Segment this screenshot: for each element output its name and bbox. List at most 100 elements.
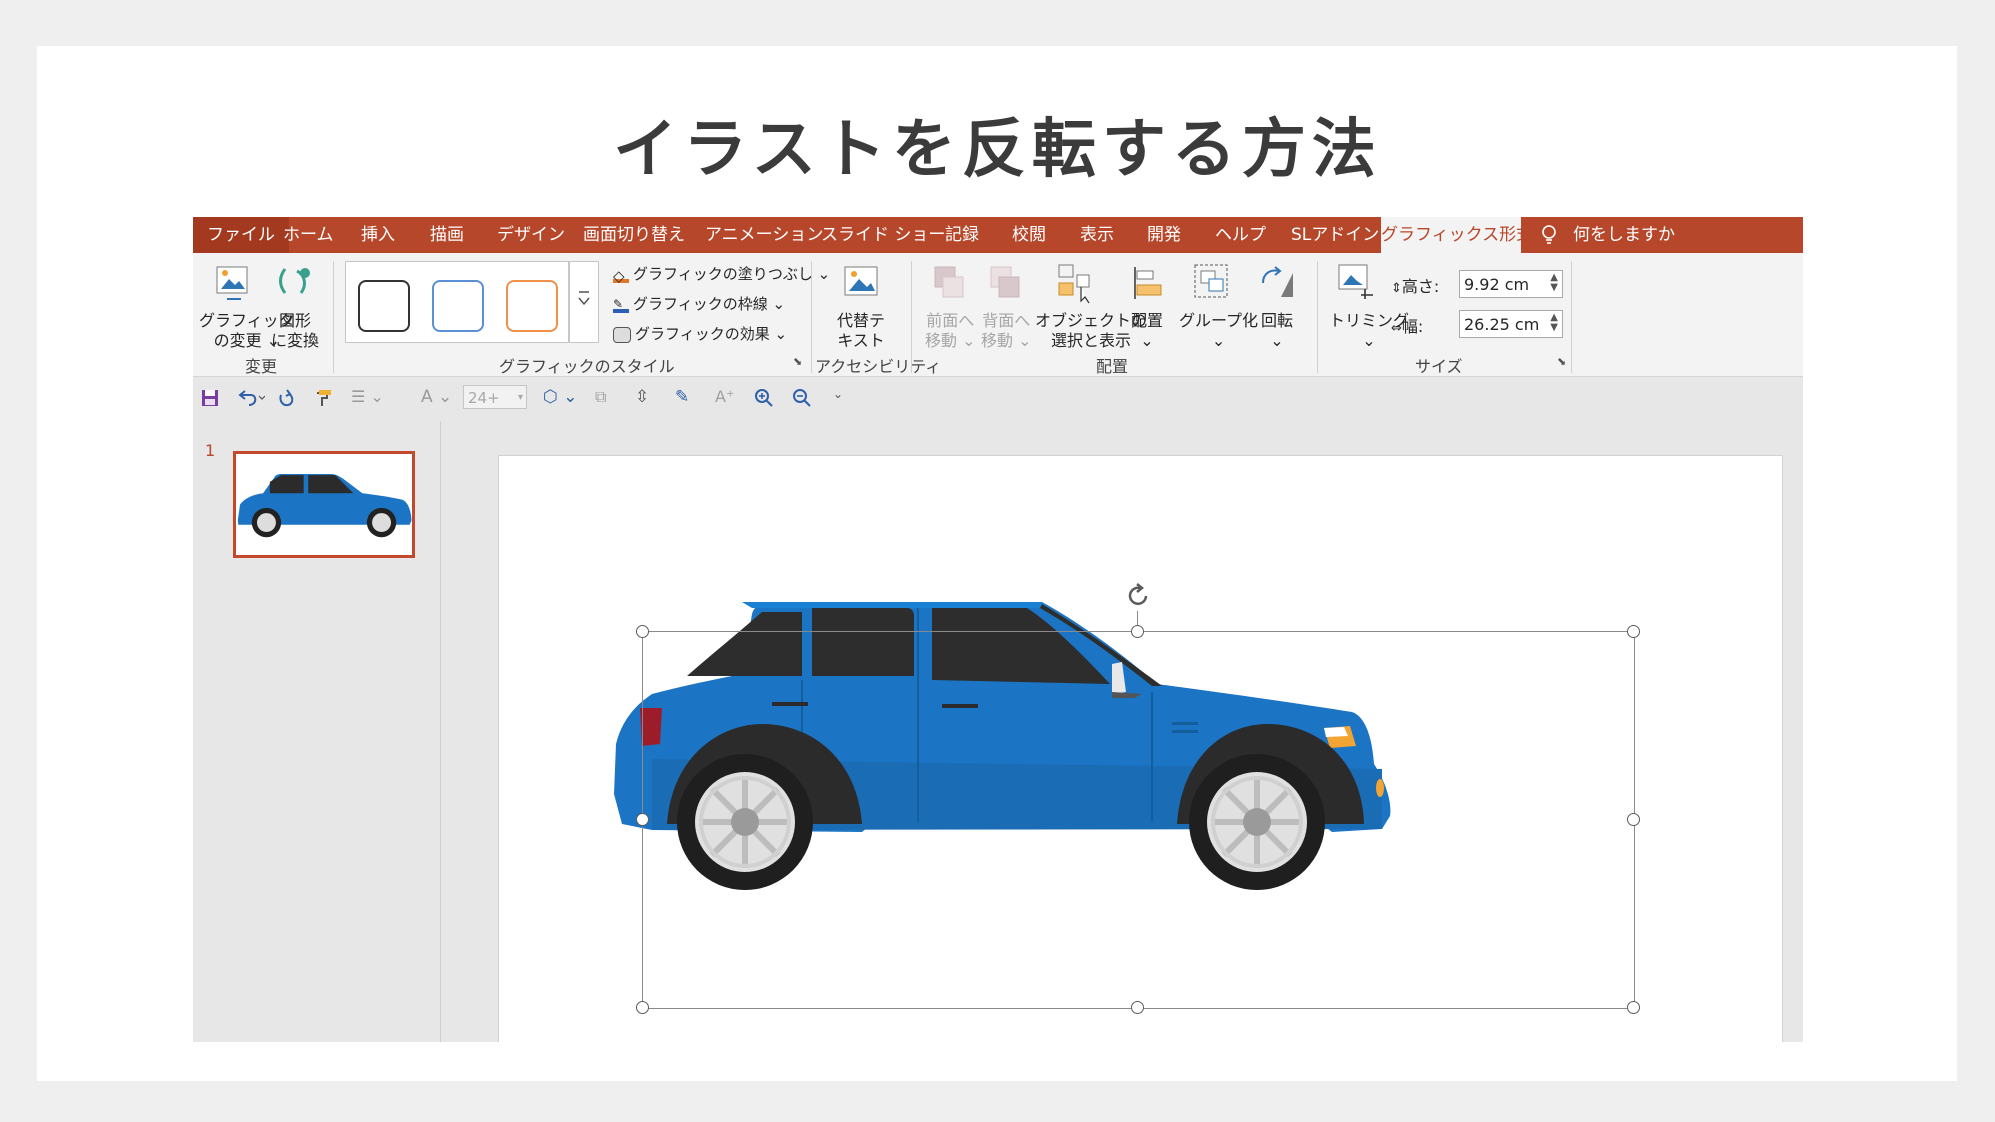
tab-developer[interactable]: 開発 [1147, 217, 1181, 253]
car-thumbnail-image [237, 474, 412, 538]
slide-canvas[interactable] [498, 455, 1783, 1042]
resize-handle-bottom-left[interactable] [636, 1001, 649, 1014]
resize-handle-left[interactable] [636, 813, 649, 826]
bring-forward-button[interactable]: 前面へ 移動 ⌄ [925, 311, 976, 351]
save-icon[interactable] [199, 387, 221, 409]
lightbulb-icon [1542, 225, 1556, 244]
resize-handle-bottom[interactable] [1131, 1001, 1144, 1014]
format-painter-icon[interactable] [313, 387, 335, 409]
alt-text-button[interactable]: 代替テ キスト [837, 311, 885, 351]
fill-bucket-icon: ◇ [613, 267, 629, 285]
convert-to-shape-button[interactable]: 図形 に変換 [271, 311, 319, 351]
style-swatch-dark[interactable] [358, 280, 410, 332]
group-label-graphic-styles: グラフィックのスタイル [499, 357, 675, 376]
width-icon: ⇔ [1391, 321, 1402, 336]
slide-number: 1 [205, 441, 216, 460]
graphic-styles-gallery[interactable] [345, 261, 569, 343]
group-label-arrange: 配置 [1096, 357, 1129, 376]
resize-handle-top-right[interactable] [1627, 625, 1640, 638]
tab-draw[interactable]: 描画 [430, 217, 464, 253]
rotate-button[interactable]: 回転 ⌄ [1261, 311, 1293, 351]
ribbon-separator [333, 261, 334, 373]
tab-animations[interactable]: アニメーション [705, 217, 823, 253]
group-button[interactable]: グループ化 ⌄ [1179, 311, 1258, 351]
undo-icon[interactable] [235, 387, 265, 409]
tab-view[interactable]: 表示 [1080, 217, 1114, 253]
bullets-icon[interactable]: ☰ ⌄ [351, 387, 384, 406]
ribbon: グラフィック の変更 ⌄ 図形 に変換 変更 ◇ グラフィックの塗りつぶし ⌄ ✎ グラ… [193, 253, 1803, 377]
redo-icon[interactable] [275, 387, 297, 409]
tab-help[interactable]: ヘルプ [1215, 217, 1266, 253]
tab-sl-addin[interactable]: SLアドイン [1291, 217, 1379, 253]
page-title: イラストを反転する方法 [613, 113, 1382, 187]
send-backward-button[interactable]: 背面へ 移動 ⌄ [981, 311, 1032, 351]
ribbon-separator [1571, 261, 1572, 373]
tab-record[interactable]: 記録 [945, 217, 979, 253]
tab-review[interactable]: 校閲 [1012, 217, 1046, 253]
convert-to-shape-icon [279, 268, 310, 294]
text-direction-icon[interactable]: ⇳ [635, 387, 649, 407]
align-button[interactable]: 配置 ⌄ [1131, 311, 1163, 351]
font-color-icon[interactable]: A ⌄ [421, 387, 452, 407]
tab-graphics-format[interactable]: グラフィックス形式 [1381, 217, 1533, 255]
resize-handle-right[interactable] [1627, 813, 1640, 826]
tab-home[interactable]: ホーム [283, 217, 334, 253]
dialog-launcher-icon[interactable]: ⬊ [793, 355, 802, 368]
tab-transitions[interactable]: 画面切り替え [583, 217, 685, 253]
chevron-down-icon [578, 291, 590, 306]
resize-handle-top[interactable] [1131, 625, 1144, 638]
increase-font-icon[interactable]: A⁺ [715, 387, 734, 406]
group-label-change: 変更 [245, 357, 278, 376]
send-backward-icon [990, 266, 1020, 298]
group-label-size: サイズ [1415, 357, 1463, 376]
bring-forward-icon [934, 266, 964, 298]
slide-thumbnails-pane: 1 [193, 421, 441, 1042]
font-size-box[interactable]: 24+ ▾ [463, 385, 527, 409]
crop-icon [1338, 264, 1373, 299]
group-label-accessibility: アクセシビリティ [815, 357, 942, 376]
gallery-more-button[interactable] [569, 261, 599, 343]
zoom-out-icon[interactable] [791, 387, 813, 409]
dialog-launcher-icon[interactable]: ⬊ [1557, 355, 1566, 368]
graphic-fill-button[interactable]: ◇ グラフィックの塗りつぶし ⌄ [613, 263, 830, 285]
resize-handle-top-left[interactable] [636, 625, 649, 638]
tab-design[interactable]: デザイン [497, 217, 565, 253]
height-spinner[interactable]: ▲ ▼ [1550, 273, 1558, 293]
width-input[interactable]: 26.25 cm ▲ ▼ [1459, 310, 1563, 338]
group-objects-icon [1194, 264, 1228, 298]
height-input[interactable]: 9.92 cm ▲ ▼ [1459, 270, 1563, 298]
edit-icon[interactable]: ✎ [675, 387, 689, 407]
resize-handle-bottom-right[interactable] [1627, 1001, 1640, 1014]
change-graphic-icon [216, 266, 248, 300]
tell-me-search[interactable]: 何をしますか [1539, 217, 1675, 253]
customize-qat-icon[interactable]: ⌄ [833, 387, 843, 401]
effects-icon [613, 326, 631, 343]
style-swatch-blue[interactable] [432, 280, 484, 332]
rotate-handle-icon[interactable] [1124, 582, 1152, 610]
width-spinner[interactable]: ▲ ▼ [1550, 313, 1558, 333]
rotate-icon [1262, 266, 1293, 297]
tell-me-label: 何をしますか [1573, 225, 1675, 245]
tab-file[interactable]: ファイル [193, 217, 289, 253]
alt-text-icon [844, 266, 878, 296]
tab-insert[interactable]: 挿入 [361, 217, 395, 253]
graphic-effects-button[interactable]: グラフィックの効果 ⌄ [613, 323, 787, 344]
slide-thumbnail[interactable] [233, 451, 415, 558]
zoom-in-icon[interactable] [753, 387, 775, 409]
width-label: ⇔幅: [1391, 317, 1424, 336]
quick-access-toolbar: ☰ ⌄ A ⌄ 24+ ▾ ⬡ ⌄ ⧉ ⇳ ✎ A⁺ ⌄ [193, 377, 1803, 421]
selection-pane-icon [1058, 264, 1090, 304]
height-icon: ⇕ [1391, 281, 1402, 296]
selection-frame [642, 631, 1635, 1009]
shapes-icon[interactable]: ⬡ ⌄ [543, 387, 578, 407]
height-label: ⇕高さ: [1391, 277, 1440, 296]
ribbon-separator [811, 261, 812, 373]
graphic-outline-button[interactable]: ✎ グラフィックの枠線 ⌄ [613, 293, 785, 314]
style-swatch-orange[interactable] [506, 280, 558, 332]
ribbon-separator [1317, 261, 1318, 373]
arrange-icon[interactable]: ⧉ [595, 387, 606, 407]
powerpoint-window: ファイル ホーム 挿入 描画 デザイン 画面切り替え アニメーション スライド … [193, 217, 1803, 1042]
tab-slideshow[interactable]: スライド ショー [821, 217, 945, 253]
align-icon [1134, 267, 1162, 299]
pen-outline-icon: ✎ [613, 297, 629, 313]
